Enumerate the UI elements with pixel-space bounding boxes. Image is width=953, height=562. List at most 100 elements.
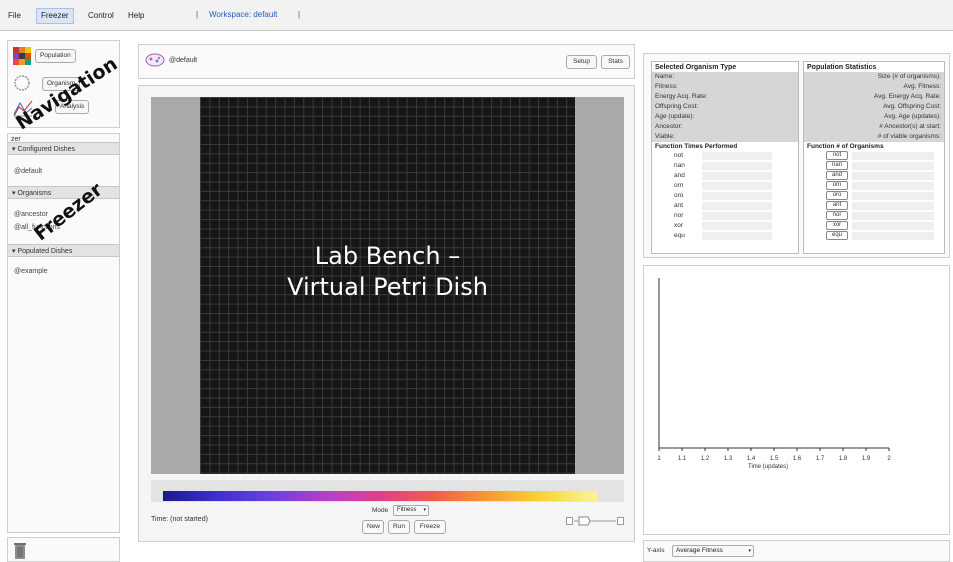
- population-field: Avg. Age (updates):: [804, 112, 944, 122]
- chevron-down-icon: ▾: [423, 507, 426, 513]
- chart-x-tick-label: 1.3: [724, 456, 733, 462]
- new-button[interactable]: New: [362, 520, 384, 534]
- mode-select[interactable]: Fitness ▾: [393, 505, 429, 516]
- population-field: # of viable organisms:: [804, 132, 944, 142]
- function-row: and: [804, 171, 944, 181]
- function-row: nan: [804, 161, 944, 171]
- function-toggle-button[interactable]: nan: [826, 161, 848, 170]
- population-chart-panel: 1 1.1 1.2 1.3 1.4 1.5 1.6 1.7 1.8 1.9 2 Time (upda…: [643, 265, 950, 535]
- function-toggle-button[interactable]: orn: [826, 181, 848, 190]
- function-row: not: [652, 151, 798, 161]
- organism-field: Name:: [652, 72, 798, 82]
- function-count-cell: [702, 152, 772, 160]
- petri-dish-icon: [145, 53, 165, 67]
- function-row: xor: [804, 221, 944, 231]
- trash-panel: [7, 537, 120, 562]
- function-row: ant: [652, 201, 798, 211]
- freeze-button[interactable]: Freeze: [414, 520, 446, 534]
- function-row: orn: [804, 181, 944, 191]
- population-fields: Size (# of organisms): Avg. Fitness: Avg…: [804, 72, 944, 142]
- function-count-cell: [852, 232, 934, 240]
- function-name: and: [674, 172, 685, 179]
- chart-x-axis-label: Time (updates): [748, 464, 789, 470]
- function-toggle-button[interactable]: equ: [826, 231, 848, 240]
- stats-panel: Selected Organism Type Name: Fitness: En…: [643, 53, 950, 258]
- function-count-cell: [852, 162, 934, 170]
- y-axis-select-value: Average Fitness: [676, 547, 723, 554]
- y-axis-select[interactable]: Average Fitness ▾: [672, 545, 754, 557]
- mode-select-value: Fitness: [397, 507, 417, 513]
- organism-fields: Name: Fitness: Energy Acq. Rate: Offspri…: [652, 72, 798, 142]
- freezer-item-default[interactable]: @default: [14, 168, 42, 175]
- function-row: ant: [804, 201, 944, 211]
- function-row: nor: [804, 211, 944, 221]
- organism-field: Age (update):: [652, 112, 798, 122]
- lab-bench-overlay-line1: Lab Bench –: [314, 242, 461, 270]
- function-count-cell: [702, 212, 772, 220]
- function-count-cell: [702, 202, 772, 210]
- selected-organism-panel: Selected Organism Type Name: Fitness: En…: [651, 61, 799, 254]
- organism-field: Ancestor:: [652, 122, 798, 132]
- chart-x-tick-label: 1.9: [862, 456, 871, 462]
- freezer-item-example[interactable]: @example: [14, 268, 48, 275]
- stats-button[interactable]: Stats: [601, 55, 630, 69]
- chart-x-tick-label: 1.6: [793, 456, 802, 462]
- function-toggle-button[interactable]: nor: [826, 211, 848, 220]
- chart-x-tick-label: 1: [657, 456, 661, 462]
- speed-slider[interactable]: [566, 516, 624, 526]
- function-row: oro: [804, 191, 944, 201]
- function-toggle-button[interactable]: ant: [826, 201, 848, 210]
- lab-bench-overlay-line2: Virtual Petri Dish: [287, 273, 488, 301]
- function-count-cell: [702, 162, 772, 170]
- mode-label: Mode: [372, 507, 389, 514]
- function-row: nan: [652, 161, 798, 171]
- population-field: Avg. Fitness:: [804, 82, 944, 92]
- time-status: Time: (not started): [151, 516, 208, 523]
- population-field: Size (# of organisms):: [804, 72, 944, 82]
- function-row: nor: [652, 211, 798, 221]
- function-count-cell: [852, 192, 934, 200]
- configured-dishes-header[interactable]: ▾ Configured Dishes: [8, 142, 119, 155]
- run-button[interactable]: Run: [388, 520, 410, 534]
- workspace-label: Workspace: default: [209, 10, 278, 19]
- organism-circle-icon[interactable]: [13, 74, 31, 92]
- function-toggle-button[interactable]: not: [826, 151, 848, 160]
- function-toggle-button[interactable]: oro: [826, 191, 848, 200]
- population-nav-button[interactable]: Population: [35, 49, 76, 63]
- y-axis-control: Y-axis Average Fitness ▾: [643, 540, 950, 562]
- population-grid-icon[interactable]: [13, 47, 31, 65]
- organism-function-header: Function Times Performed: [655, 143, 738, 150]
- chart-x-tick-label: 1.4: [747, 456, 756, 462]
- organism-field: Viable:: [652, 132, 798, 142]
- function-name: nor: [674, 212, 684, 219]
- function-count-cell: [702, 232, 772, 240]
- function-count-cell: [702, 182, 772, 190]
- setup-button[interactable]: Setup: [566, 55, 597, 69]
- menu-freezer[interactable]: Freezer: [36, 8, 74, 24]
- function-name: not: [674, 152, 684, 159]
- function-row: and: [652, 171, 798, 181]
- function-count-cell: [702, 172, 772, 180]
- function-name: ant: [674, 202, 684, 209]
- function-toggle-button[interactable]: and: [826, 171, 848, 180]
- function-name: xor: [674, 222, 684, 229]
- function-name: equ: [674, 232, 685, 239]
- y-axis-label: Y-axis: [647, 547, 665, 554]
- population-field: Avg. Offspring Cost:: [804, 102, 944, 112]
- menu-file[interactable]: File: [4, 9, 25, 23]
- function-row: not: [804, 151, 944, 161]
- organism-field: Fitness:: [652, 82, 798, 92]
- function-count-cell: [852, 202, 934, 210]
- function-row: oro: [652, 191, 798, 201]
- menu-separator: |: [298, 10, 301, 19]
- populated-dishes-header[interactable]: ▾ Populated Dishes: [8, 244, 119, 257]
- menu-help[interactable]: Help: [124, 9, 148, 23]
- chart-x-tick-label: 1.7: [816, 456, 825, 462]
- trash-can-icon[interactable]: [14, 542, 26, 560]
- population-statistics-title: Population Statistics: [807, 64, 877, 71]
- function-count-cell: [852, 222, 934, 230]
- selected-organism-title: Selected Organism Type: [655, 64, 737, 71]
- function-count-cell: [852, 172, 934, 180]
- menu-control[interactable]: Control: [84, 9, 118, 23]
- function-toggle-button[interactable]: xor: [826, 221, 848, 230]
